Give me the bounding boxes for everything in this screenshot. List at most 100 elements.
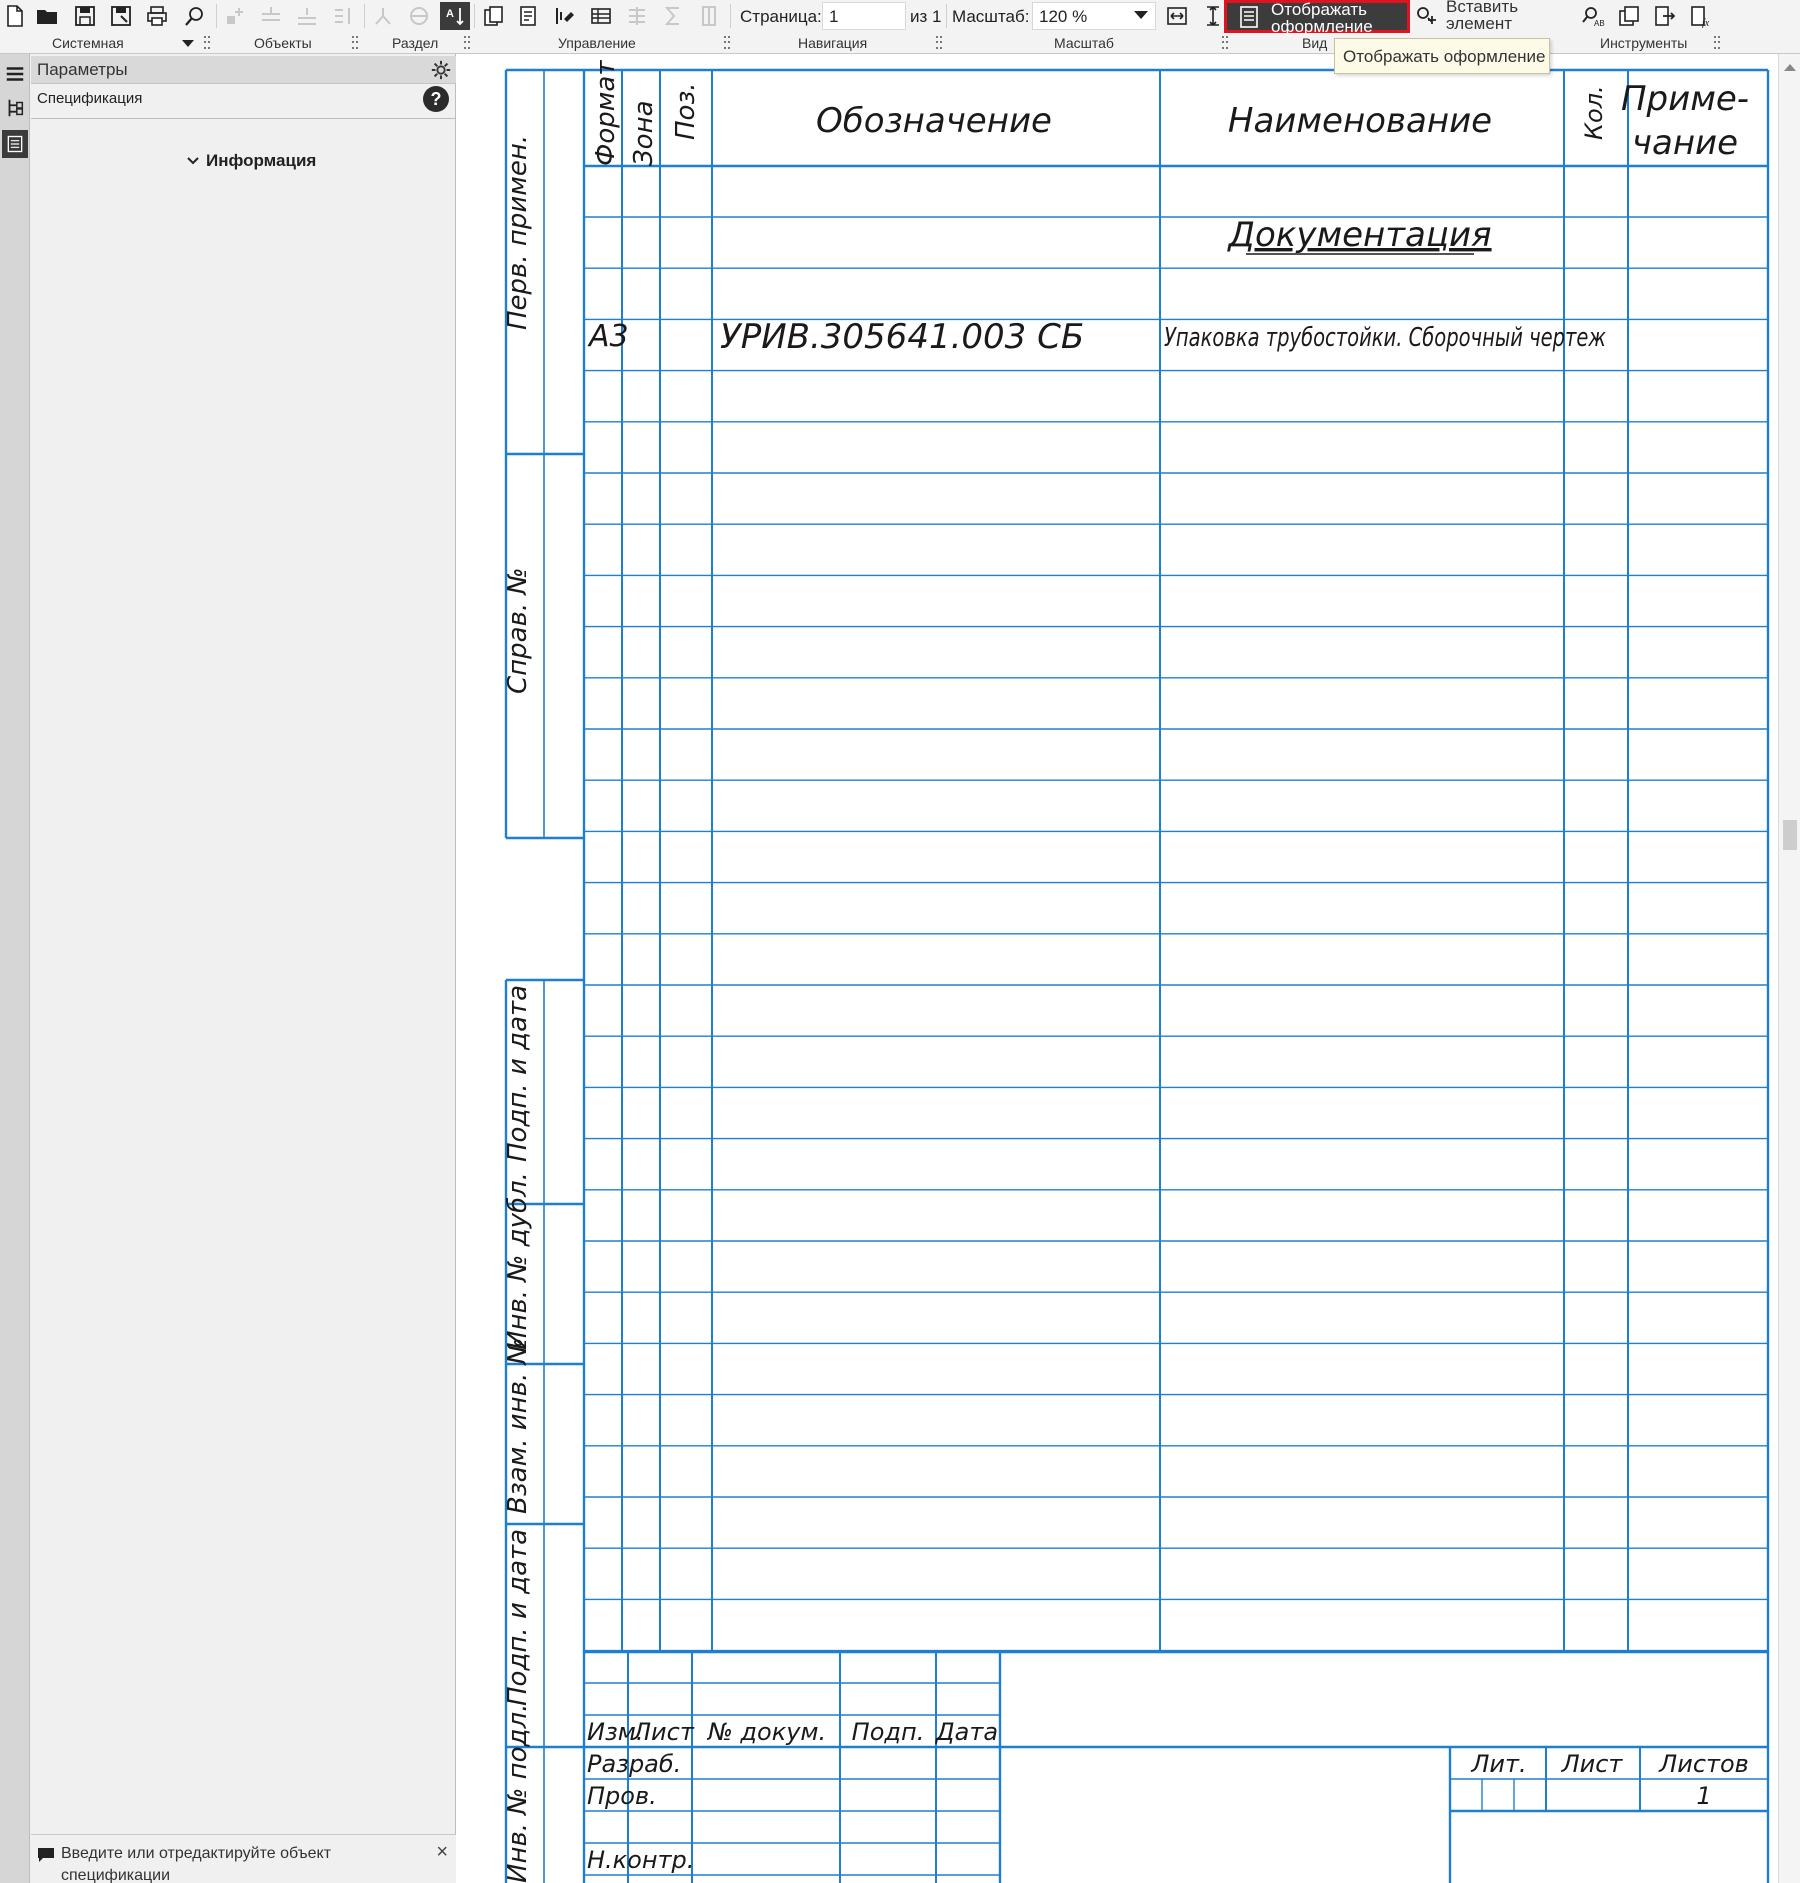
grip-icon[interactable] (204, 36, 210, 50)
group-label-control: Управление (558, 35, 636, 51)
add-object-icon[interactable] (220, 2, 250, 30)
insert-element-label: Вставить элемент (1446, 0, 1519, 33)
information-section-label: Информация (206, 151, 317, 170)
system-menu-chevron-down-icon[interactable] (182, 40, 194, 47)
stamp-list-header: Лист (1561, 1750, 1624, 1778)
page-input[interactable]: 1 (822, 2, 906, 30)
document-icon (1240, 6, 1258, 28)
close-icon[interactable]: × (436, 1841, 448, 1864)
save-as-icon[interactable] (106, 2, 136, 30)
renumber-icon[interactable] (328, 2, 358, 30)
header-zone: Зона (629, 100, 659, 166)
group-label-scale: Масштаб (1054, 35, 1114, 51)
display-design-label: Отображать оформление (1271, 0, 1373, 36)
header-qty: Кол. (1580, 85, 1608, 140)
row-2-name[interactable]: Документация (1226, 215, 1491, 255)
side-podp-data-1: Подп. и дата (503, 985, 533, 1162)
row-4-designation[interactable]: УРИВ.305641.003 СБ (720, 317, 1084, 357)
header-note-line1: Приме- (1621, 79, 1749, 119)
group-label-section: Раздел (392, 35, 439, 51)
stamp-doc-no: № докум. (706, 1718, 826, 1746)
stamp-listov: Листов (1658, 1750, 1749, 1778)
stamp-listov-value: 1 (1696, 1782, 1711, 1810)
grip-icon[interactable] (936, 36, 942, 50)
left-panel-strip (0, 54, 30, 1883)
vertical-scrollbar[interactable] (1778, 54, 1800, 1883)
table-icon[interactable] (586, 2, 616, 30)
insert-element-icon (1417, 7, 1436, 24)
menu-icon[interactable] (2, 60, 28, 88)
svg-text:fx: fx (1702, 18, 1710, 28)
find-replace-icon[interactable]: AB (1578, 2, 1608, 30)
save-icon[interactable] (70, 2, 100, 30)
group-label-tools: Инструменты (1600, 35, 1688, 51)
stamp-razrab: Разраб. (587, 1750, 681, 1778)
insert-column-icon[interactable] (694, 2, 724, 30)
scale-label: Масштаб: (952, 7, 1030, 26)
stamp-list: Лист (632, 1718, 695, 1746)
row-4-name[interactable]: Упаковка трубостойки. Сборочный чертеж (1164, 323, 1606, 353)
print-icon[interactable] (142, 2, 172, 30)
grip-icon[interactable] (352, 36, 358, 50)
scroll-up-icon[interactable] (1784, 64, 1796, 71)
formula-icon[interactable]: fx (1686, 2, 1716, 30)
sum-icon[interactable] (658, 2, 688, 30)
specification-panel-icon[interactable] (2, 130, 28, 158)
tree-icon[interactable] (2, 94, 28, 122)
group-label-view: Вид (1302, 35, 1328, 51)
document-settings-icon[interactable] (514, 2, 544, 30)
side-podp-data-2: Подп. и дата (503, 1529, 533, 1706)
gear-icon[interactable] (430, 59, 452, 81)
grip-icon[interactable] (464, 36, 470, 50)
grip-icon[interactable] (724, 36, 730, 50)
page-label: Страница: (740, 7, 822, 26)
side-perv-primen: Перв. примен. (503, 135, 533, 330)
header-pos: Поз. (671, 82, 701, 140)
hint-message-text: Введите или отредактируйте объект специф… (61, 1845, 332, 1883)
side-inv-podl: Инв. № подл. (503, 1704, 533, 1883)
information-section-toggle[interactable]: Информация (186, 151, 316, 171)
scrollbar-thumb[interactable] (1783, 820, 1797, 850)
group-label-navigation: Навигация (798, 35, 868, 51)
header-note-line2: чание (1632, 123, 1738, 163)
preview-icon[interactable] (180, 2, 210, 30)
grip-icon[interactable] (1714, 36, 1720, 50)
insert-element-button[interactable]: Вставить элемент (1412, 0, 1522, 32)
parameters-header: Параметры (31, 56, 456, 84)
sort-az-icon[interactable]: A (440, 2, 470, 30)
header-name: Наименование (1228, 101, 1492, 141)
display-design-button[interactable]: Отображать оформление (1224, 0, 1410, 36)
group-icon[interactable] (622, 2, 652, 30)
page-count: из 1 (910, 7, 942, 26)
open-folder-icon[interactable] (32, 2, 62, 30)
stamp-lit: Лит. (1470, 1750, 1526, 1778)
grip-icon[interactable] (1222, 36, 1228, 50)
display-design-tooltip: Отображать оформление (1334, 38, 1550, 74)
help-icon[interactable]: ? (423, 86, 449, 112)
specification-sheet-canvas[interactable]: Формат Зона Поз. Обозначение Наименовани… (456, 54, 1778, 1883)
section-globe-icon[interactable] (404, 2, 434, 30)
edit-position-icon[interactable] (550, 2, 580, 30)
hint-message-box: Введите или отредактируйте объект специф… (31, 1834, 456, 1883)
svg-text:A: A (446, 8, 454, 20)
comment-icon (38, 1848, 54, 1862)
section-branch-icon[interactable] (368, 2, 398, 30)
specification-sheet: Формат Зона Поз. Обозначение Наименовани… (503, 60, 1770, 1883)
add-blank-row-icon[interactable] (292, 2, 322, 30)
export-icon[interactable] (1650, 2, 1680, 30)
chevron-down-icon (187, 157, 199, 165)
copy-properties-icon[interactable] (478, 2, 508, 30)
add-row-icon[interactable] (256, 2, 286, 30)
row-4-format[interactable]: А3 (587, 319, 629, 354)
side-vzam-inv: Взам. инв. № (503, 1337, 533, 1514)
group-label-objects: Объекты (254, 35, 312, 51)
copy-document-icon[interactable] (1614, 2, 1644, 30)
new-document-icon[interactable] (0, 2, 30, 30)
scale-dropdown-icon[interactable] (1134, 11, 1148, 19)
fit-width-icon[interactable] (1162, 2, 1192, 30)
side-sprav-no: Справ. № (503, 568, 533, 694)
stamp-data: Дата (935, 1718, 998, 1746)
stamp-nkontr: Н.контр. (587, 1846, 694, 1874)
specification-subtitle: Спецификация (37, 90, 143, 107)
header-designation: Обозначение (816, 101, 1052, 141)
